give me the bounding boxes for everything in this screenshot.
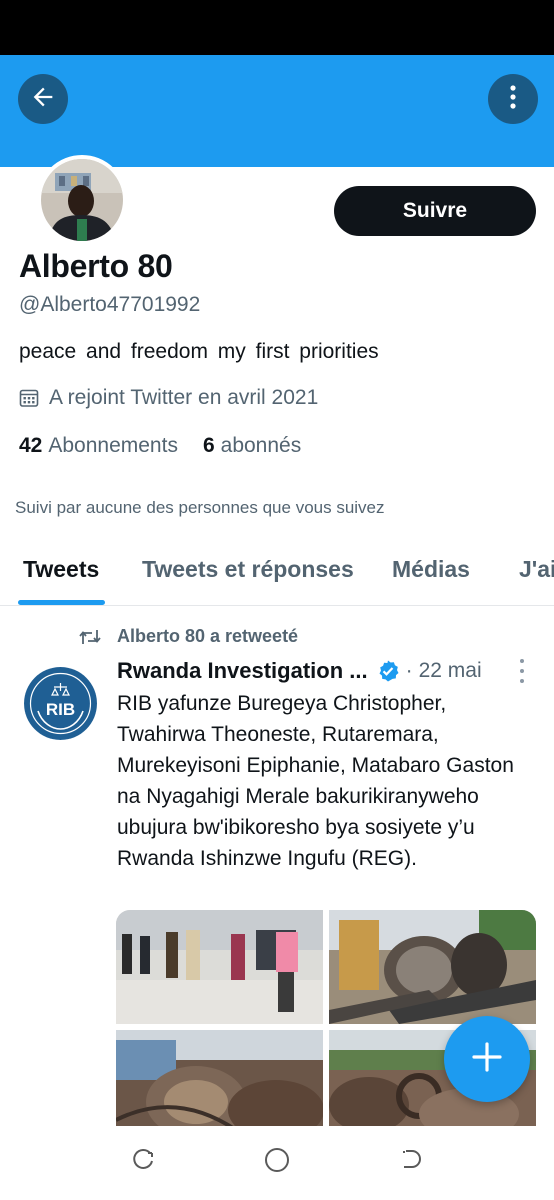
followed-by-text: Suivi par aucune des personnes que vous … (15, 498, 385, 517)
dot-icon (520, 679, 524, 683)
tweet-photo-1[interactable] (116, 910, 323, 1024)
retweet-icon (79, 628, 101, 646)
follow-stats: 42 Abonnements 6 abonnés (19, 434, 301, 458)
following-count: 42 (19, 434, 43, 457)
followers-count: 6 (202, 434, 215, 457)
display-name: Alberto 80 (19, 248, 173, 284)
tweet-text: RIB yafunze Buregeya Christopher, Twahir… (117, 692, 514, 870)
followers-label: abonnés (220, 434, 302, 457)
profile-tabs: Tweets Tweets et réponses Médias J'ai (0, 540, 554, 606)
back-button[interactable] (18, 74, 68, 124)
home-button[interactable] (262, 1147, 292, 1177)
status-bar (0, 0, 554, 55)
tweet-date[interactable]: 22 mai (419, 659, 482, 683)
back-nav-icon (398, 1147, 424, 1178)
compose-tweet-button[interactable] (444, 1016, 530, 1102)
tweet-photo-3[interactable] (116, 1030, 324, 1140)
arrow-left-icon (29, 83, 57, 116)
profile-avatar[interactable] (37, 155, 127, 245)
recent-apps-button[interactable] (128, 1147, 158, 1177)
verified-badge-icon (376, 659, 400, 683)
recent-apps-icon (130, 1147, 156, 1178)
following-label: Abonnements (48, 434, 178, 457)
active-tab-indicator (18, 600, 105, 605)
calendar-icon (19, 388, 39, 408)
more-vertical-icon (501, 83, 525, 116)
android-navigation-bar (0, 1126, 554, 1200)
dot-icon (520, 659, 524, 663)
join-date-text: A rejoint Twitter en avril 2021 (49, 386, 319, 409)
home-icon (263, 1146, 291, 1179)
retweeted-by-text: Alberto 80 a retweeté (117, 626, 299, 646)
tweet-header: Rwanda Investigation ... · 22 mai (117, 656, 537, 686)
tab-likes[interactable]: J'ai (519, 556, 554, 583)
plus-icon (471, 1041, 503, 1078)
tab-tweets-and-replies[interactable]: Tweets et réponses (142, 556, 354, 583)
tweet-separator: · (405, 659, 413, 682)
followers-link[interactable]: 6 abonnés (203, 434, 301, 458)
following-link[interactable]: 42 Abonnements (19, 434, 178, 458)
user-handle: @Alberto47701992 (19, 293, 201, 316)
follow-button[interactable]: Suivre (334, 186, 536, 236)
tweet-author-name[interactable]: Rwanda Investigation ... (117, 658, 368, 684)
join-date: A rejoint Twitter en avril 2021 (19, 386, 318, 410)
tab-tweets[interactable]: Tweets (23, 556, 99, 583)
tab-media[interactable]: Médias (392, 556, 470, 583)
rib-logo-text: RIB (46, 700, 75, 719)
profile-bio: peace and freedom my first priorities (19, 340, 379, 363)
profile-banner (0, 55, 554, 167)
tweet-author-avatar[interactable]: RIB (24, 667, 97, 740)
dot-icon (520, 669, 524, 673)
retweet-context: Alberto 80 a retweeté (79, 626, 298, 647)
more-button[interactable] (488, 74, 538, 124)
tweet-more-button[interactable] (514, 659, 530, 683)
back-nav-button[interactable] (396, 1147, 426, 1177)
tweet-photo-2[interactable] (329, 910, 536, 1024)
